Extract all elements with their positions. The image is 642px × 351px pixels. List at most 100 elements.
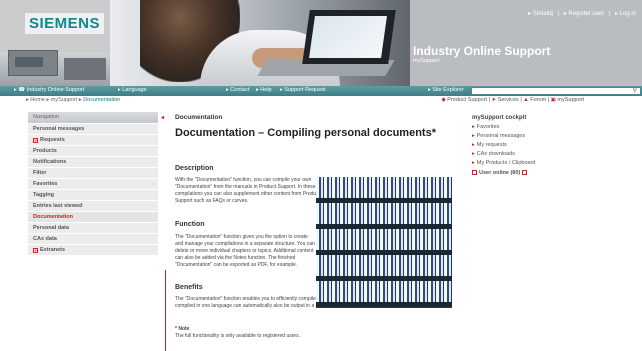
forum-icon: ▲ [523,97,529,103]
sidebar-item-label: Filter [33,170,47,176]
quick-link-product-support[interactable]: Product Support [447,97,487,103]
section-title: Documentation [175,114,223,121]
quick-link-sep: | [520,97,522,103]
mysupport-cockpit: mySupport cockpit ▸ Favorites ▸ Personal m… [472,115,637,176]
sidebar-item-tagging[interactable]: Tagging [28,189,158,200]
sidebar-item-filter[interactable]: Filter [28,167,158,178]
sidebar-item-documentation[interactable]: Documentation [28,211,158,222]
breadcrumb-home[interactable]: ▸ Home [26,97,45,103]
sidebar-item-cax-data[interactable]: CAx data [28,233,158,244]
benefits-heading: Benefits [175,284,203,291]
expand-box-icon[interactable]: + [33,138,38,143]
sidebar-item-requests[interactable]: + Requests [28,134,158,145]
nav-help[interactable]: ▸ Help [256,87,272,93]
services-icon: ➤ [491,97,497,103]
sidebar-item-notifications[interactable]: Notifications [28,156,158,167]
function-text: The "Documentation" function gives you t… [175,234,315,268]
brand-title: Industry Online Support [413,44,551,58]
search-box: ⚲ [471,87,641,103]
cockpit-title: mySupport cockpit [472,115,527,121]
sidebar-item-personal-messages[interactable]: Personal messages [28,123,158,134]
nav-site-explorer[interactable]: ▸ Site Explorer [428,87,464,93]
product-support-icon: ◆ [441,97,446,103]
nav-support-request[interactable]: ▸ Support Request [280,87,326,93]
breadcrumb-mysupport[interactable]: ▸ mySupport [47,97,78,103]
top-link-simatiq[interactable]: ▸ Simatiq [528,11,553,17]
description-heading: Description [175,165,214,172]
top-link-sep: | [608,11,611,17]
description-text: With the "Documentation" function, you c… [175,177,321,204]
sidebar-title: Navigation ◂ [28,112,164,123]
nav-language[interactable]: ▸ Language [118,87,147,93]
top-link-login[interactable]: ▸ Log in [615,11,636,17]
cockpit-item-label: My requests [476,142,507,148]
cockpit-item-label: CAx downloads [476,151,515,157]
expand-box-icon[interactable]: + [33,248,38,253]
note-label: * Note [175,326,190,332]
mysupport-icon: ▣ [550,97,556,103]
column-divider [165,270,166,351]
sidebar-title-label: Navigation [33,114,59,120]
quick-link-sep: | [547,97,550,103]
navigation-sidebar: Navigation ◂ Personal messages + Requests… [28,112,164,255]
sidebar-item-entries-last-viewed[interactable]: Entries last viewed [28,200,158,211]
sidebar-item-label: Tagging [33,192,54,198]
cockpit-item-label: Favorites [476,124,500,130]
arrow-icon: ▸ [472,142,475,148]
sidebar-item-label: Notifications [33,159,67,165]
nav-contact[interactable]: ▸ Contact [226,87,249,93]
sidebar-item-label: Requests [40,137,65,143]
user-online[interactable]: User online (80) [472,170,637,176]
sidebar-item-label: Personal data [33,225,70,231]
page-title: Documentation – Compiling personal docum… [175,127,436,139]
breadcrumb-documentation[interactable]: ▸ Documentation [79,97,120,103]
user-online-label: User online (80) [479,170,521,176]
sidebar-item-favorites[interactable]: Favorites [28,178,158,189]
sidebar-item-products[interactable]: Products [28,145,158,156]
quick-link-services[interactable]: Services [498,97,519,103]
quick-link-forum[interactable]: Forum [530,97,546,103]
arrow-icon: ▸ [472,133,475,139]
cockpit-item-cax-downloads[interactable]: ▸ CAx downloads [472,151,637,160]
sidebar-item-label: Personal messages [33,126,85,132]
function-heading: Function [175,221,205,228]
sidebar-item-personal-data[interactable]: Personal data [28,222,158,233]
quick-link-mysupport[interactable]: mySupport [557,97,584,103]
cockpit-item-personal-messages[interactable]: ▸ Personal messages [472,133,637,142]
logo-area: SIEMENS [0,0,110,86]
cockpit-item-my-products[interactable]: ▸ My Products / Clipboard [472,160,637,169]
top-links: ▸ Simatiq | ▸ Register user | ▸ Log in [525,10,636,17]
sidebar-item-label: CAx data [33,236,57,242]
note-text: The full functionality is only available… [175,333,301,339]
quick-link-sep: | [488,97,491,103]
brand-subtitle: mySupport [413,58,440,64]
main-navbar: ▸ ☎ Industry Online Support ▸ Language ▸… [0,86,642,103]
sidebar-item-label: Entries last viewed [33,203,83,209]
magnifier-icon[interactable]: ⚲ [633,87,637,94]
collapse-arrow-icon[interactable]: ◂ [161,114,164,121]
cockpit-item-my-requests[interactable]: ▸ My requests [472,142,637,151]
top-link-sep: | [557,11,560,17]
sidebar-item-label: Documentation [33,214,74,220]
sidebar-item-extranets[interactable]: + Extranets [28,244,158,255]
user-box-icon [472,170,477,175]
sidebar-item-label: Products [33,148,57,154]
arrow-icon: ▸ [472,160,475,166]
cockpit-item-label: Personal messages [476,133,526,139]
brand-panel: ▸ Simatiq | ▸ Register user | ▸ Log in I… [410,0,642,86]
quick-links: ◆ Product Support | ➤ Services | ▲ Forum… [442,97,584,103]
arrow-icon: ▸ [472,124,475,130]
cockpit-item-favorites[interactable]: ▸ Favorites [472,124,637,133]
siemens-logo[interactable]: SIEMENS [25,13,105,34]
cockpit-item-label: My Products / Clipboard [476,160,536,166]
main-content: Documentation Documentation – Compiling … [175,114,465,339]
chat-box-icon[interactable] [522,170,528,175]
nav-industry-online-support[interactable]: ▸ ☎ Industry Online Support [14,87,84,93]
breadcrumb: ▸ Home ▸ mySupport ▸ Documentation [26,97,120,103]
sidebar-item-label: Extranets [40,247,66,253]
arrow-icon: ▸ [472,151,475,157]
sidebar-item-label: Favorites [33,181,58,187]
page-header: SIEMENS ▸ Simatiq | ▸ Register user | ▸ … [0,0,642,86]
top-link-register[interactable]: ▸ Register user [564,11,604,17]
binders-photo [316,177,452,308]
